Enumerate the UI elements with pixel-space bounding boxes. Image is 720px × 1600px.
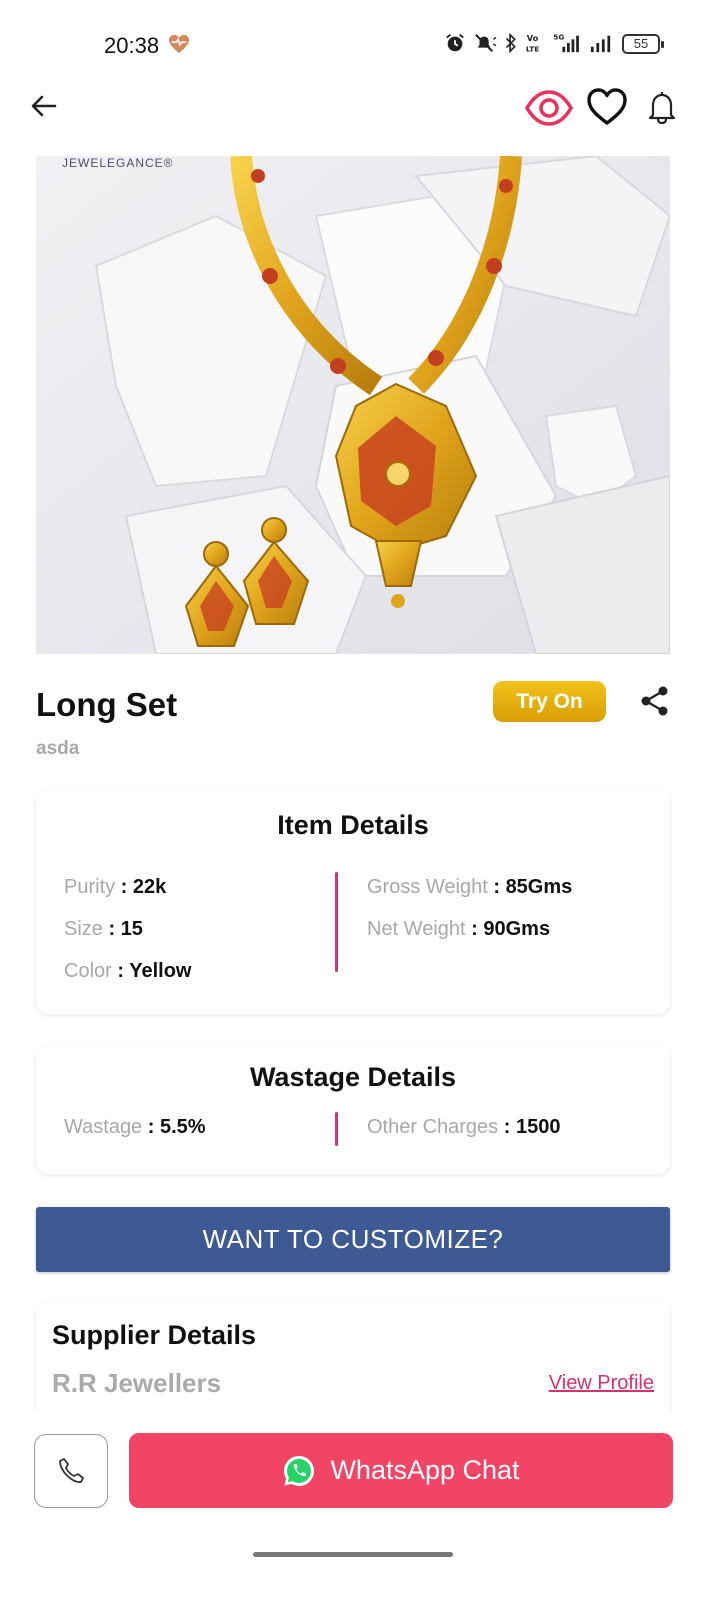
product-subtitle: asda	[36, 738, 80, 759]
share-icon[interactable]	[638, 684, 672, 718]
try-on-button[interactable]: Try On	[493, 681, 606, 722]
volte-icon: VoLTE	[526, 33, 539, 53]
status-bar: 20:38 Vo LTE 5G 55	[0, 0, 720, 80]
heart-icon[interactable]	[586, 86, 628, 128]
details-divider	[335, 872, 338, 972]
supplier-details-card: Supplier Details R.R Jewellers View Prof…	[36, 1302, 670, 1412]
view-profile-link[interactable]: View Profile	[549, 1372, 654, 1395]
heart-rate-icon	[169, 34, 189, 54]
home-indicator[interactable]	[253, 1552, 453, 1557]
signal-icon	[590, 35, 611, 53]
item-details-title: Item Details	[277, 810, 429, 840]
purity-detail: Purity : 22k	[64, 876, 167, 898]
supplier-details-title: Supplier Details	[52, 1320, 257, 1350]
5g-signal-icon: 5G	[553, 32, 579, 53]
other-charges-detail: Other Charges : 1500	[367, 1116, 561, 1138]
brand-watermark: JEWELEGANCE®	[62, 156, 174, 170]
wastage-details-card: Wastage Details Wastage : 5.5% Other Cha…	[36, 1046, 670, 1174]
svg-text:5G: 5G	[553, 32, 564, 41]
battery-icon: 55	[622, 34, 664, 54]
wastage-details-title: Wastage Details	[249, 1062, 457, 1092]
status-icons: Vo LTE 5G	[444, 32, 614, 54]
alarm-icon	[446, 34, 464, 52]
bell-icon[interactable]	[646, 88, 678, 126]
size-detail: Size : 15	[64, 918, 143, 940]
necklace-set-photo	[36, 156, 670, 654]
mute-icon	[475, 34, 497, 52]
whatsapp-chat-label: WhatsApp Chat	[330, 1455, 520, 1485]
phone-icon	[59, 1458, 84, 1483]
product-title: Long Set	[36, 686, 178, 723]
svg-text:LTE: LTE	[526, 44, 539, 53]
item-details-card: Item Details Purity : 22k Size : 15 Colo…	[36, 790, 670, 1014]
product-image[interactable]: JEWELEGANCE®	[36, 156, 670, 654]
supplier-name: R.R Jewellers	[52, 1368, 222, 1398]
wastage-divider	[335, 1112, 338, 1146]
bottom-action-bar: WhatsApp Chat	[0, 1412, 720, 1600]
customize-button[interactable]: WANT TO CUSTOMIZE?	[36, 1207, 670, 1272]
color-detail: Color : Yellow	[64, 960, 192, 982]
wastage-detail: Wastage : 5.5%	[64, 1116, 206, 1138]
whatsapp-icon	[284, 1455, 315, 1486]
gross-weight-detail: Gross Weight : 85Gms	[367, 876, 573, 898]
status-time: 20:38	[104, 33, 160, 58]
svg-text:Vo: Vo	[527, 33, 539, 43]
bluetooth-icon	[505, 32, 516, 54]
back-arrow-icon[interactable]	[28, 90, 60, 122]
net-weight-detail: Net Weight : 90Gms	[367, 918, 551, 940]
call-button[interactable]	[34, 1434, 108, 1508]
whatsapp-chat-button[interactable]: WhatsApp Chat	[129, 1433, 673, 1508]
eye-icon[interactable]	[524, 88, 574, 128]
